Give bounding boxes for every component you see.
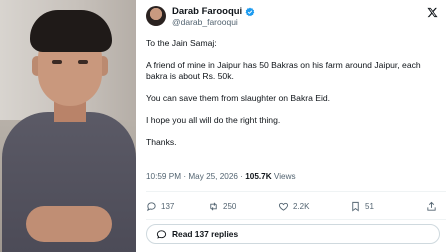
- photo-eye-right: [78, 60, 88, 64]
- author-photo: [0, 0, 136, 252]
- share-icon: [427, 201, 436, 211]
- tweet-header: Darab Farooqui @darab_farooqui: [136, 0, 448, 32]
- tweet-body: To the Jain Samaj: A friend of mine in J…: [146, 38, 444, 159]
- speech-bubble-icon: [156, 229, 167, 239]
- reply-count: 137: [161, 201, 175, 211]
- verified-badge-icon: [245, 7, 255, 16]
- read-replies-button[interactable]: Read 137 replies: [146, 224, 440, 244]
- avatar[interactable]: [146, 6, 166, 26]
- divider: [146, 219, 446, 220]
- tweet-card: Darab Farooqui @darab_farooqui To the Ja…: [136, 0, 448, 252]
- tweet-actions: 137 250 2.2K 51: [146, 199, 448, 213]
- x-logo-icon: [427, 7, 438, 18]
- read-replies-label: Read 137 replies: [172, 229, 239, 239]
- bookmark-icon: [352, 201, 359, 212]
- author-name-row: Darab Farooqui: [172, 6, 255, 17]
- repost-button[interactable]: 250: [208, 201, 278, 212]
- author-handle[interactable]: @darab_farooqui: [172, 17, 238, 27]
- repost-icon: [210, 202, 217, 210]
- tweet-paragraph: I hope you all will do the right thing.: [146, 115, 281, 125]
- tweet-paragraph: You can save them from slaughter on Bakr…: [146, 93, 331, 103]
- reply-button[interactable]: 137: [146, 201, 208, 212]
- views-label: Views: [271, 172, 296, 181]
- heart-icon: [278, 202, 289, 211]
- repost-count: 250: [223, 201, 237, 211]
- tweet-paragraph: Thanks.: [146, 137, 177, 147]
- share-button[interactable]: [426, 201, 437, 212]
- divider: [146, 191, 446, 192]
- reply-icon: [147, 201, 156, 211]
- like-button[interactable]: 2.2K: [278, 201, 350, 212]
- tweet-meta: 10:59 PM · May 25, 2026 · 105.7K Views: [146, 172, 296, 181]
- author-name[interactable]: Darab Farooqui: [172, 6, 242, 17]
- photo-hands: [26, 206, 112, 242]
- bookmark-count: 51: [365, 201, 374, 211]
- photo-eye-left: [52, 60, 62, 64]
- photo-hair: [30, 10, 112, 52]
- tweet-paragraph: To the Jain Samaj:: [146, 38, 217, 48]
- like-count: 2.2K: [293, 201, 310, 211]
- views-count: 105.7K: [245, 172, 272, 181]
- tweet-paragraph: A friend of mine in Jaipur has 50 Bakras…: [146, 60, 421, 81]
- tweet-timestamp[interactable]: 10:59 PM · May 25, 2026 ·: [146, 172, 245, 181]
- bookmark-button[interactable]: 51: [350, 201, 426, 212]
